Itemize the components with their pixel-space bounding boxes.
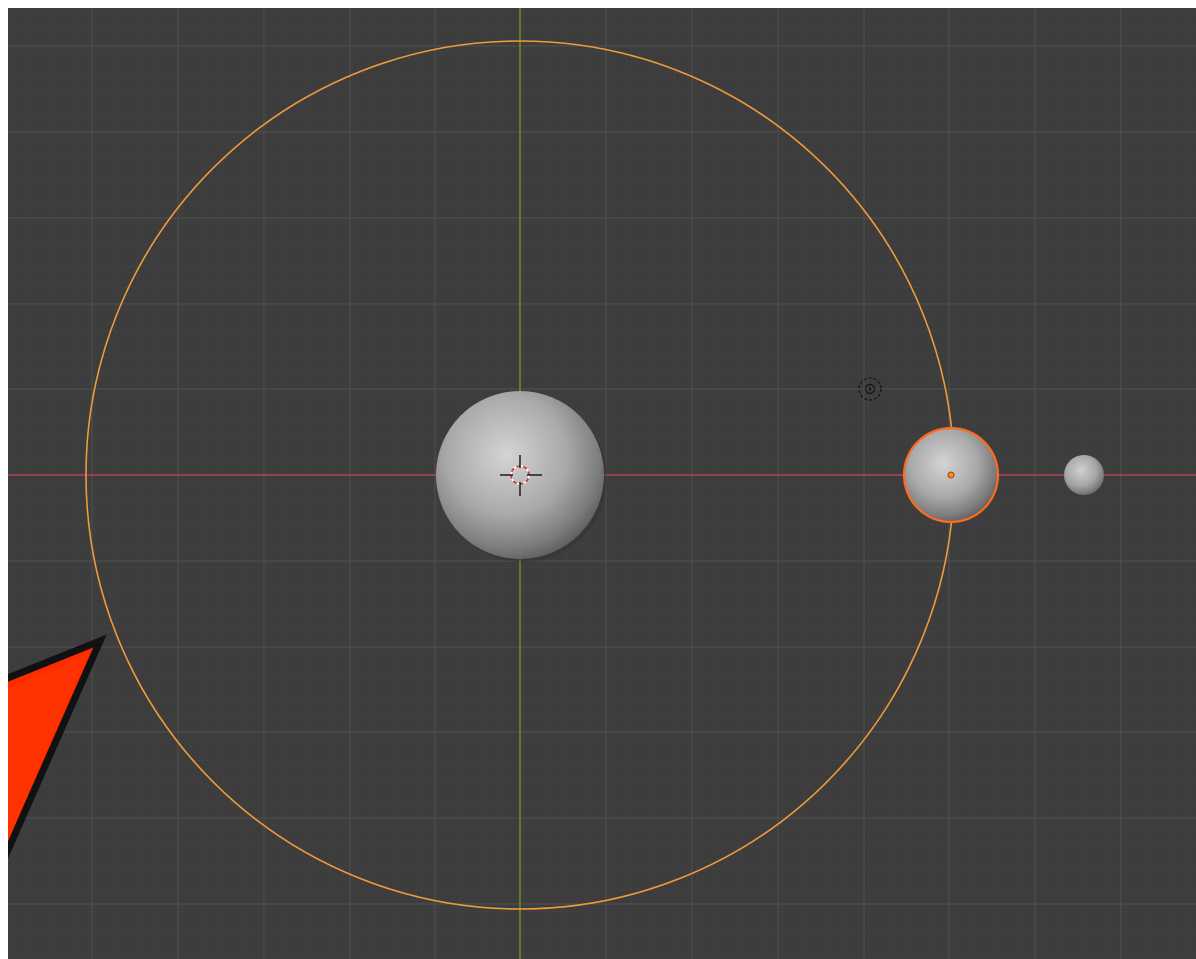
planet-sphere[interactable] — [902, 426, 1000, 524]
moon-sphere[interactable] — [1064, 455, 1104, 495]
viewport-canvas[interactable] — [8, 8, 1196, 959]
origin-point — [947, 471, 955, 479]
3d-viewport[interactable] — [8, 8, 1196, 959]
